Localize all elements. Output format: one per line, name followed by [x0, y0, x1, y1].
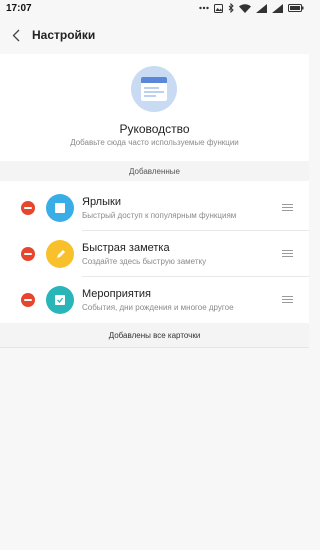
added-cards-list: Ярлыки Быстрый доступ к популярным функц…	[0, 181, 309, 323]
list-item-quick-note: Быстрая заметка Создайте здесь быструю з…	[0, 231, 309, 278]
drag-handle-icon[interactable]	[282, 296, 293, 305]
guide-subtitle: Добавьте сюда часто используемые функции	[70, 138, 239, 147]
guide-section: Руководство Добавьте сюда часто использу…	[0, 54, 309, 161]
list-item-shortcuts: Ярлыки Быстрый доступ к популярным функц…	[0, 185, 309, 232]
battery-icon	[288, 4, 304, 12]
guide-icon	[131, 66, 177, 112]
more-dots-icon	[199, 6, 209, 10]
remove-button[interactable]	[21, 293, 35, 307]
page-title: Настройки	[32, 28, 96, 42]
status-time: 17:07	[6, 2, 32, 14]
bluetooth-icon	[228, 3, 234, 13]
guide-title: Руководство	[119, 122, 190, 136]
remove-button[interactable]	[21, 201, 35, 215]
image-notification-icon	[214, 3, 223, 13]
empty-area	[0, 348, 309, 550]
title-bar: Настройки	[0, 16, 309, 54]
document-icon	[141, 77, 167, 101]
status-bar: 17:07	[0, 0, 309, 16]
signal-icon	[256, 3, 267, 13]
remove-button[interactable]	[21, 247, 35, 261]
shortcuts-icon	[46, 194, 74, 222]
status-icons	[199, 3, 304, 13]
list-item-events: Мероприятия События, дни рождения и мног…	[0, 277, 309, 324]
pencil-icon	[46, 240, 74, 268]
added-section-header: Добавленные	[0, 161, 309, 181]
back-button[interactable]	[2, 16, 30, 54]
drag-handle-icon[interactable]	[282, 204, 293, 213]
signal-2-icon	[272, 3, 283, 13]
list-item-label: Ярлыки	[82, 196, 121, 208]
list-item-label: Быстрая заметка	[82, 242, 170, 254]
list-item-desc: Создайте здесь быструю заметку	[82, 257, 207, 266]
list-item-label: Мероприятия	[82, 288, 151, 300]
wifi-icon	[239, 3, 251, 13]
list-item-desc: Быстрый доступ к популярным функциям	[82, 211, 237, 220]
all-cards-added-footer: Добавлены все карточки	[0, 323, 309, 348]
drag-handle-icon[interactable]	[282, 250, 293, 259]
calendar-check-icon	[46, 286, 74, 314]
list-item-desc: События, дни рождения и многое другое	[82, 303, 234, 312]
chevron-left-icon	[12, 29, 20, 41]
